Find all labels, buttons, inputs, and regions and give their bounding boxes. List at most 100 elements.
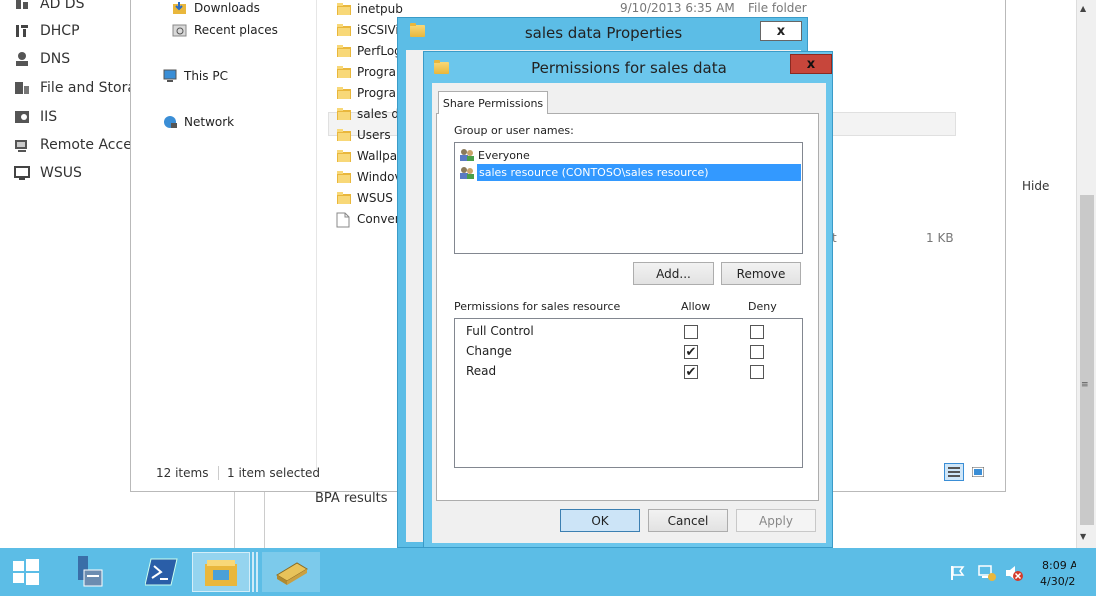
taskbar-powershell[interactable] [136,552,188,592]
file-name: inetpub [357,2,403,16]
file-storage-icon [14,80,30,96]
properties-close-button[interactable]: x [760,21,802,41]
nav-item-file-storage[interactable]: File and Stora [14,78,136,98]
file-name: Prograi [357,86,400,100]
taskbar-ad-users[interactable] [262,552,320,592]
divider [264,490,265,548]
server-manager-icon [78,556,103,587]
file-name: iSCSIVi [357,23,399,37]
user-item-everyone[interactable]: Everyone [459,147,530,163]
grip-icon: ≡ [1081,380,1089,390]
nav-item-wsus[interactable]: WSUS [14,163,82,183]
details-view-icon[interactable] [944,463,964,481]
dns-icon [14,51,30,67]
row-type: File folder [748,1,807,15]
deny-header: Deny [748,300,777,313]
file-item[interactable]: sales da [336,105,406,123]
allow-checkbox[interactable]: ✔ [684,365,698,379]
file-item[interactable]: PerfLog [336,42,402,60]
divider [218,466,219,480]
file-item[interactable]: inetpub [336,0,403,18]
allow-checkbox[interactable]: ✔ [684,345,698,359]
file-item[interactable]: WSUS [336,189,393,207]
tab-share-permissions[interactable]: Share Permissions [438,91,548,114]
volume-muted-icon[interactable] [1004,564,1024,582]
file-item[interactable]: Windov [336,168,402,186]
remote-access-icon [14,137,30,153]
deny-checkbox[interactable] [750,365,764,379]
folder-icon [336,149,352,163]
status-selected: 1 item selected [227,466,321,480]
folder-icon [336,65,352,79]
flag-icon[interactable] [950,565,966,581]
file-name: Wallpa [357,149,398,163]
file-name: WSUS [357,191,393,205]
allow-checkbox[interactable] [684,325,698,339]
permission-label: Full Control [466,324,534,338]
allow-header: Allow [681,300,711,313]
tree-item-downloads[interactable]: Downloads [172,0,260,16]
permission-label: Change [466,344,512,358]
taskbar-stack-indicator [252,552,258,592]
cancel-button[interactable]: Cancel [648,509,728,532]
permissions-close-button[interactable]: x [790,54,832,74]
deny-checkbox[interactable] [750,325,764,339]
file-item[interactable]: Conver [336,210,400,228]
permissions-title: Permissions for sales data [531,59,727,77]
permission-label: Read [466,364,497,378]
clock-time[interactable]: 8:09 A [1042,559,1076,572]
scroll-down-icon[interactable]: ▼ [1080,532,1086,541]
users-group-icon [459,166,475,180]
tree-item-this-pc[interactable]: This PC [162,68,228,84]
add-button[interactable]: Add... [633,262,714,285]
users-group-icon [459,148,475,162]
user-item-sales-resource[interactable]: sales resource (CONTOSO\sales resource) [459,164,801,181]
permissions-list [454,318,803,468]
tree-item-recent-places[interactable]: Recent places [172,22,278,38]
network-status-icon[interactable] [978,564,996,582]
bpa-results-label: BPA results [315,491,388,506]
remove-button[interactable]: Remove [721,262,801,285]
file-item[interactable]: Wallpa [336,147,397,165]
file-item[interactable]: Users [336,126,391,144]
file-item[interactable]: Prograi [336,84,399,102]
this-pc-icon [162,68,178,84]
folder-icon [336,191,352,205]
ok-button[interactable]: OK [560,509,640,532]
apply-button[interactable]: Apply [736,509,816,532]
large-icons-view-icon[interactable] [968,463,988,481]
clock-date[interactable]: 4/30/2 [1040,575,1076,588]
nav-item-iis[interactable]: IIS [14,107,57,127]
file-name: Users [357,128,391,142]
folder-icon [336,2,352,16]
divider [234,490,235,548]
row-size: 1 KB [926,231,954,245]
file-item[interactable]: Prograi [336,63,399,81]
folder-icon [336,23,352,37]
scroll-thumb[interactable] [1080,195,1094,525]
folder-icon [336,107,352,121]
nav-item-dhcp[interactable]: DHCP [14,21,80,41]
taskbar-server-manager[interactable] [62,552,114,592]
file-item[interactable]: iSCSIVi [336,21,399,39]
nav-item-dns[interactable]: DNS [14,49,70,69]
taskbar-file-explorer[interactable] [192,552,250,592]
nav-item-ad-ds[interactable]: AD DS [14,0,84,14]
wsus-icon [14,165,30,181]
pane-divider [316,0,317,470]
hide-link[interactable]: Hide [1022,179,1049,193]
folder-icon [336,44,352,58]
file-name: Conver [357,212,400,226]
file-explorer-icon [205,560,237,586]
dhcp-icon [14,23,30,39]
powershell-icon [145,558,178,586]
nav-item-remote-access[interactable]: Remote Acce [14,135,132,155]
folder-icon [336,128,352,142]
deny-checkbox[interactable] [750,345,764,359]
recent-places-icon [172,22,188,38]
tree-item-network[interactable]: Network [162,114,234,130]
vertical-scrollbar[interactable]: ▲ ≡ ▼ [1076,0,1096,548]
start-button[interactable] [0,552,52,592]
scroll-up-icon[interactable]: ▲ [1080,4,1086,13]
text-file-icon [336,212,352,228]
